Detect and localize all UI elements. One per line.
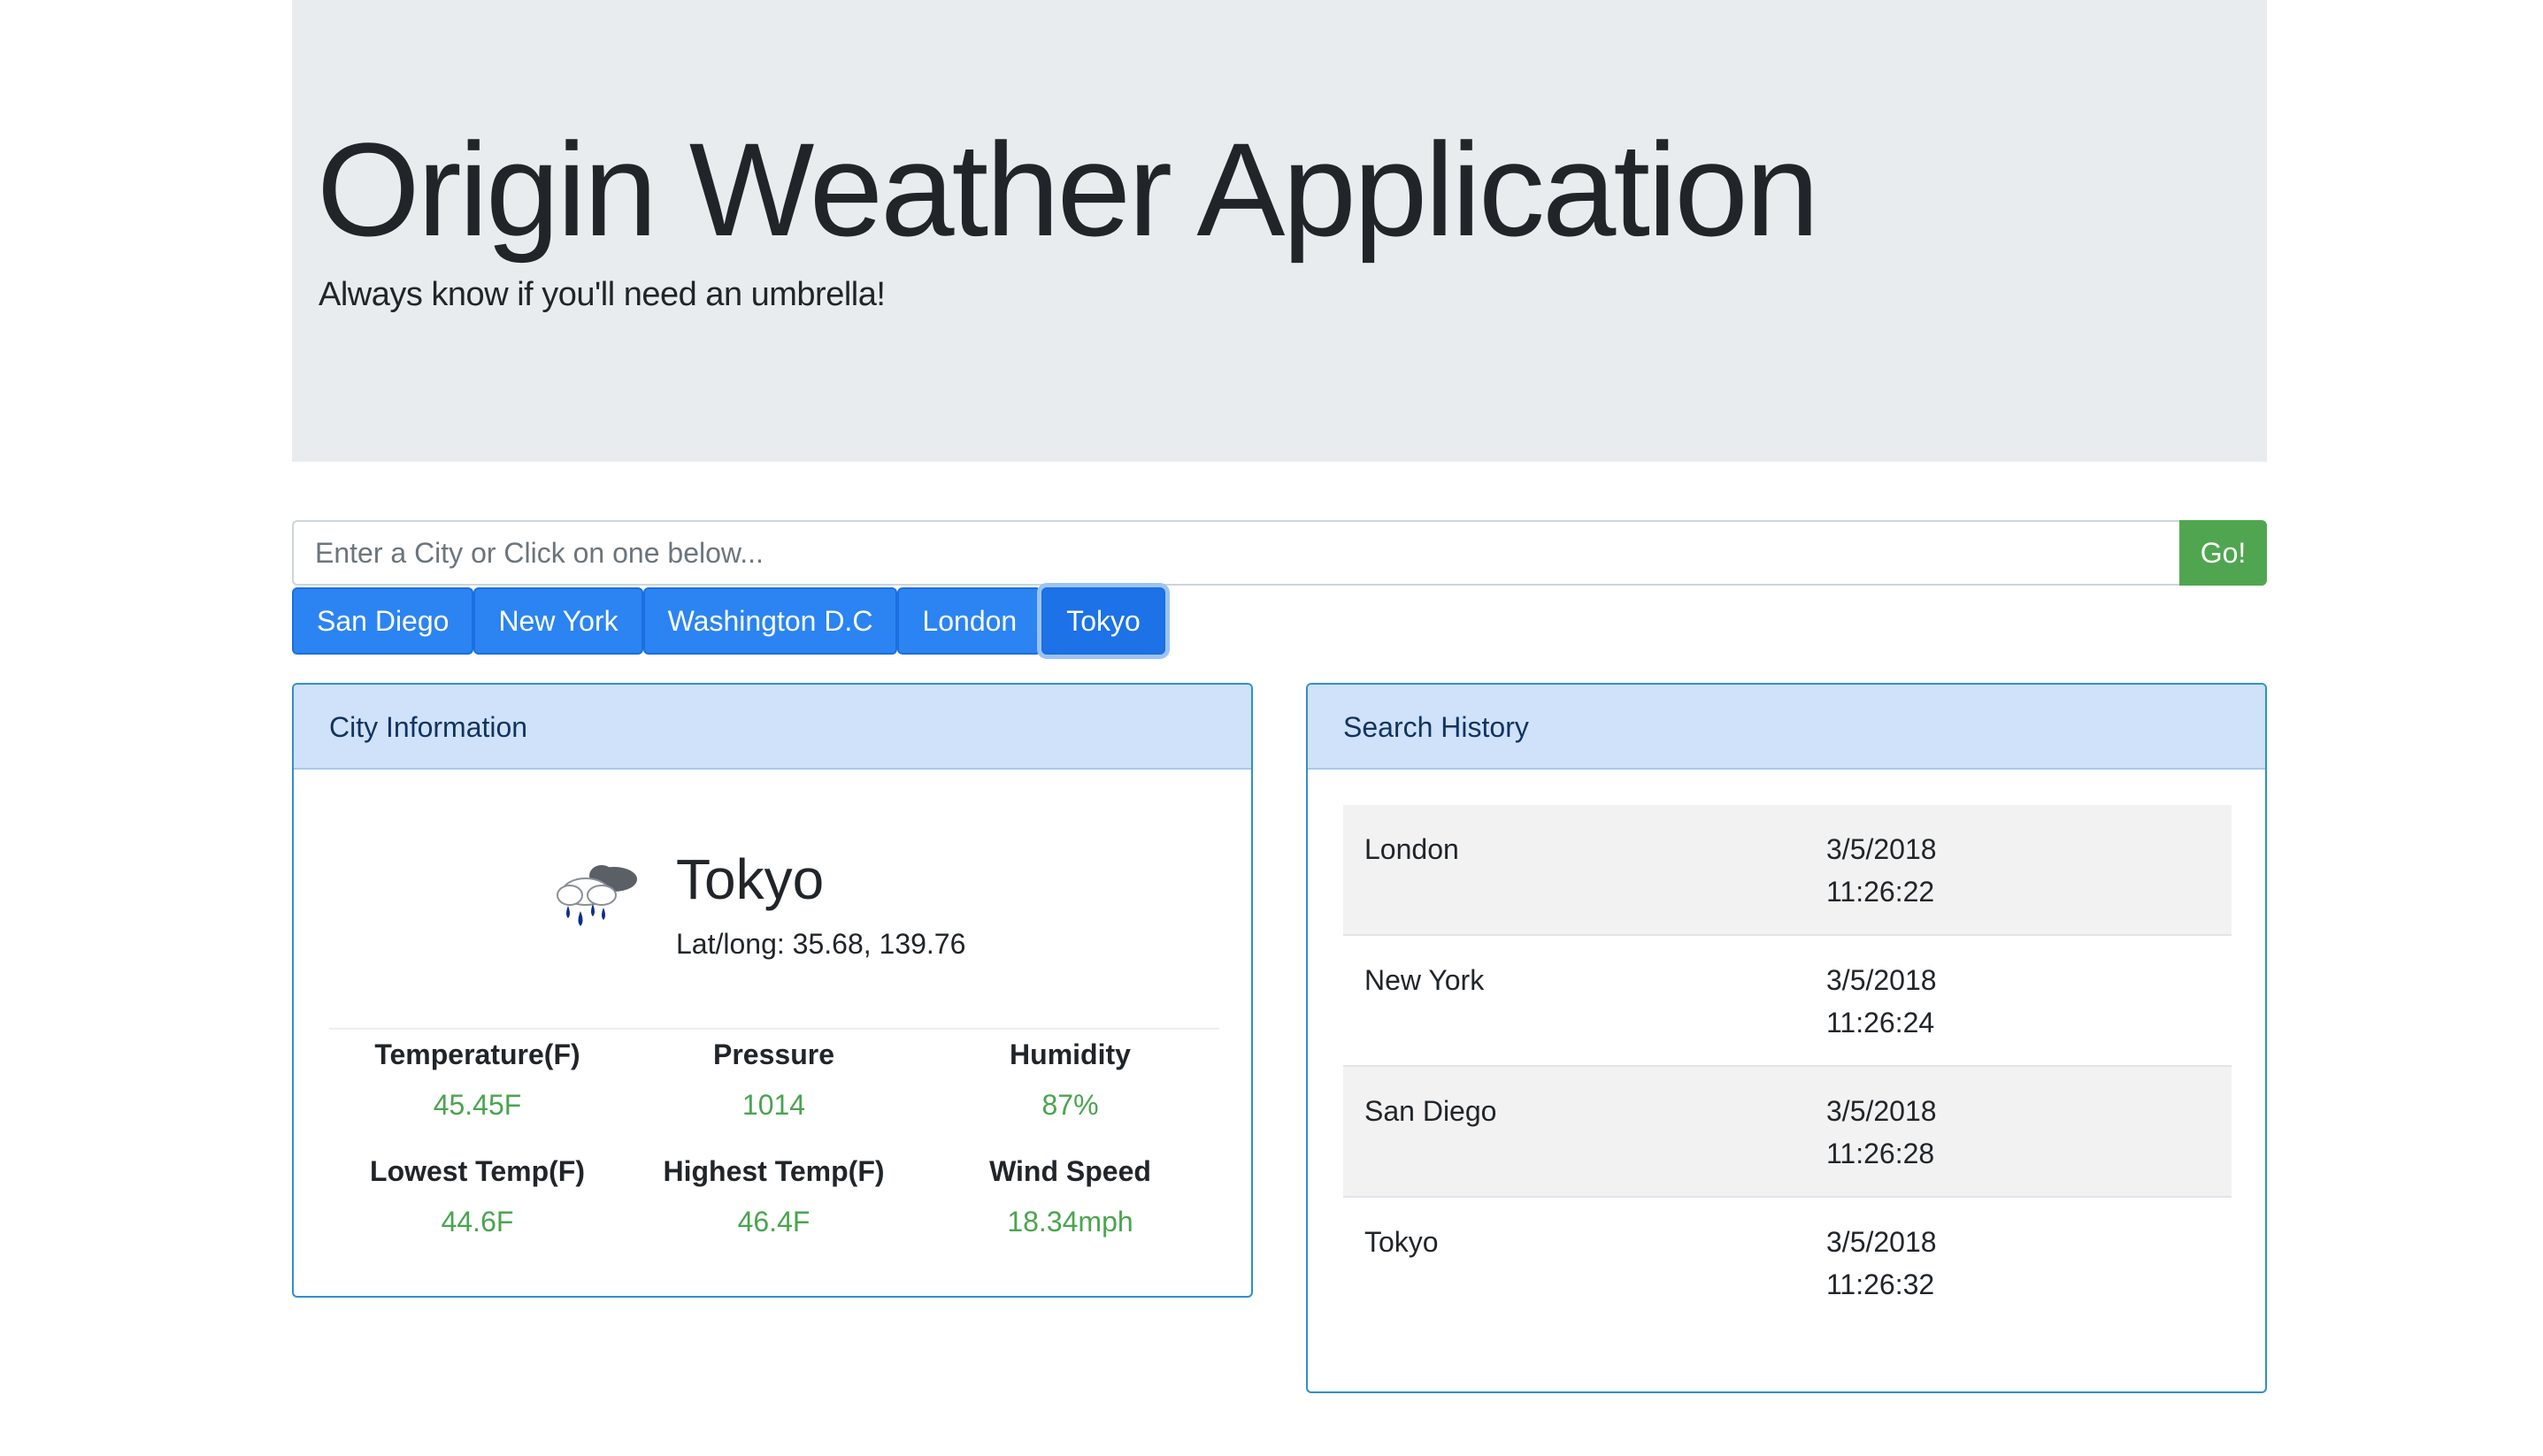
stat-wind-speed: Wind Speed 18.34mph <box>922 1146 1218 1247</box>
stat-value: 1014 <box>741 1089 806 1121</box>
stat-highest-temp: Highest Temp(F) 46.4F <box>626 1146 922 1247</box>
history-date: 3/5/2018 <box>1826 1095 1937 1127</box>
stat-value: 45.45F <box>433 1089 522 1121</box>
search-history-header: Search History <box>1308 685 2265 770</box>
page-title: Origin Weather Application <box>317 115 1819 264</box>
stat-value: 87% <box>1041 1089 1099 1121</box>
page-subtitle: Always know if you'll need an umbrella! <box>319 276 886 313</box>
search-bar: Go! <box>292 520 2267 586</box>
stat-lowest-temp: Lowest Temp(F) 44.6F <box>329 1146 626 1247</box>
history-date: 3/5/2018 <box>1826 1226 1937 1258</box>
history-city: San Diego <box>1364 1095 1497 1127</box>
history-date: 3/5/2018 <box>1826 833 1937 865</box>
history-date: 3/5/2018 <box>1826 964 1937 996</box>
city-button-tokyo[interactable]: Tokyo <box>1041 587 1165 655</box>
history-time: 11:26:28 <box>1826 1138 1935 1169</box>
history-timestamp: 3/5/2018 11:26:22 <box>1826 828 2003 913</box>
stat-label: Highest Temp(F) <box>663 1155 885 1187</box>
city-information-header: City Information <box>294 685 1251 770</box>
history-city: London <box>1364 833 1459 865</box>
history-timestamp: 3/5/2018 11:26:28 <box>1826 1090 2003 1175</box>
city-button-washington-dc[interactable]: Washington D.C <box>642 587 898 655</box>
search-history-card: Search History London 3/5/2018 11:26:22 … <box>1306 683 2267 1393</box>
city-name: Tokyo <box>676 847 825 911</box>
history-row[interactable]: San Diego 3/5/2018 11:26:28 <box>1343 1067 2232 1198</box>
city-information-card: City Information Tokyo Lat/long: 35.68, … <box>292 683 1253 1298</box>
stat-temperature: Temperature(F) 45.45F <box>329 1030 626 1130</box>
history-row[interactable]: New York 3/5/2018 11:26:24 <box>1343 936 2232 1067</box>
stat-humidity: Humidity 87% <box>922 1030 1218 1130</box>
history-time: 11:26:24 <box>1826 1007 1935 1038</box>
history-row[interactable]: Tokyo 3/5/2018 11:26:32 <box>1343 1198 2232 1327</box>
jumbotron: Origin Weather Application Always know i… <box>292 0 2267 462</box>
go-button[interactable]: Go! <box>2179 520 2267 586</box>
history-city: New York <box>1364 964 1485 996</box>
stat-value: 18.34mph <box>1007 1206 1133 1238</box>
city-button-new-york[interactable]: New York <box>473 587 643 655</box>
stat-value: 46.4F <box>737 1206 811 1238</box>
rain-cloud-icon <box>557 865 637 926</box>
history-row[interactable]: London 3/5/2018 11:26:22 <box>1343 805 2232 936</box>
stat-label: Temperature(F) <box>374 1038 580 1070</box>
stat-value: 44.6F <box>441 1206 514 1238</box>
city-search-input[interactable] <box>292 520 2179 586</box>
lat-long: Lat/long: 35.68, 139.76 <box>676 928 966 960</box>
city-button-san-diego[interactable]: San Diego <box>292 587 474 655</box>
stat-label: Lowest Temp(F) <box>370 1155 585 1187</box>
search-history-table: London 3/5/2018 11:26:22 New York 3/5/20… <box>1343 805 2232 1327</box>
city-button-group: San Diego New York Washington D.C London… <box>292 587 1165 655</box>
history-time: 11:26:32 <box>1826 1268 1935 1300</box>
stat-label: Pressure <box>713 1038 834 1070</box>
city-button-london[interactable]: London <box>897 587 1042 655</box>
history-timestamp: 3/5/2018 11:26:32 <box>1826 1221 2003 1306</box>
history-city: Tokyo <box>1364 1226 1439 1258</box>
stat-pressure: Pressure 1014 <box>626 1030 922 1130</box>
history-timestamp: 3/5/2018 11:26:24 <box>1826 959 2003 1044</box>
history-time: 11:26:22 <box>1826 876 1935 908</box>
city-summary: Tokyo Lat/long: 35.68, 139.76 <box>550 837 1170 978</box>
stat-label: Humidity <box>1010 1038 1131 1070</box>
stat-label: Wind Speed <box>989 1155 1151 1187</box>
